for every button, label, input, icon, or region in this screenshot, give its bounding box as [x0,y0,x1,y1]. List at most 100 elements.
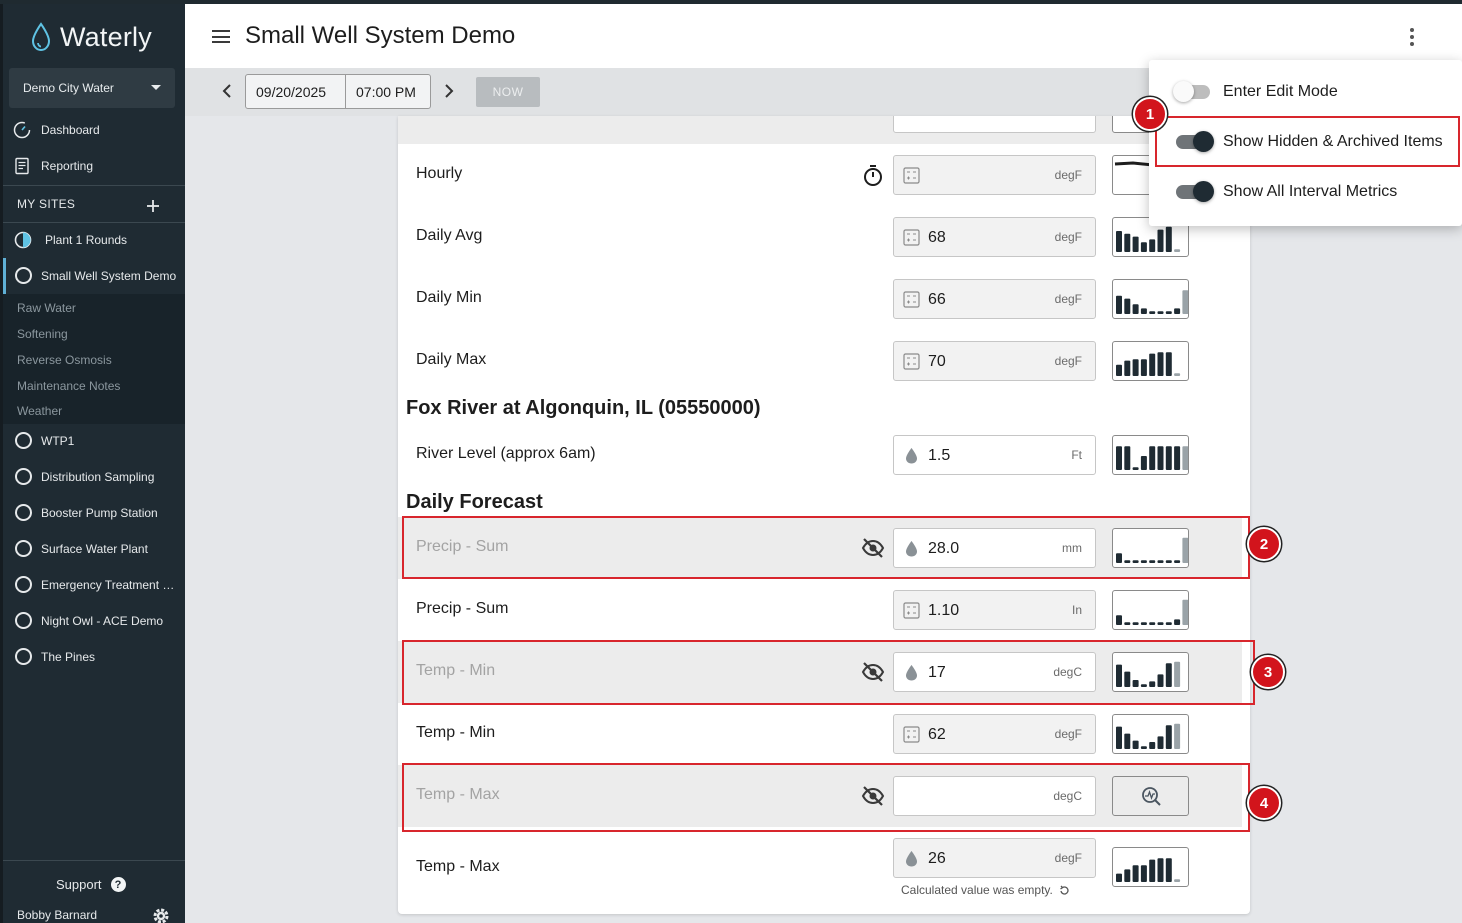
app-bar: Small Well System Demo [185,4,1462,68]
site-small-well-system[interactable]: Small Well System Demo [0,258,185,294]
metric-value-field[interactable]: 1.10 In [893,590,1096,630]
nav-reporting[interactable]: Reporting [0,148,185,184]
sparkline-bars [1116,599,1188,625]
calculator-icon [903,353,920,370]
sparkline-bar [1132,740,1139,749]
sparkline-bar [1157,622,1164,625]
sparkline-bar [1132,865,1139,882]
calc-note: Calculated value was empty. [901,883,1070,897]
sparkline-bar [1132,304,1139,314]
sparkline-bar [1132,359,1139,376]
site-plant-1-rounds[interactable]: Plant 1 Rounds [0,222,185,258]
half-circle-icon [14,231,32,249]
trend-sparkline[interactable] [1112,847,1189,887]
add-site-icon[interactable] [146,199,160,213]
trend-sparkline[interactable] [1112,590,1189,630]
page-title: Small Well System Demo [245,22,516,49]
metric-value-field[interactable] [893,116,1096,133]
stopwatch-icon[interactable] [863,164,883,186]
site-item[interactable]: WTP1 [0,423,185,459]
calc-note-text: Calculated value was empty. [901,883,1053,897]
metric-value-field[interactable]: 66 degF [893,279,1096,319]
metric-row: Daily Avg 68 degF [398,206,1250,268]
site-label: Booster Pump Station [41,506,158,520]
time-field[interactable]: 07:00 PM [346,75,416,108]
metric-row-partial[interactable] [398,116,1242,144]
subnav-raw-water[interactable]: Raw Water [17,301,76,315]
chevron-left-icon[interactable] [219,82,235,100]
menu-item-edit-mode[interactable]: Enter Edit Mode [1149,67,1462,117]
calculator-icon [903,291,920,308]
highlight-box [402,763,1250,832]
site-item[interactable]: Distribution Sampling [0,459,185,495]
metric-name: Precip - Sum [416,600,509,617]
circle-icon [15,612,32,629]
more-options-icon[interactable] [1410,28,1416,46]
date-field[interactable]: 09/20/2025 [246,75,346,108]
menu-item-show-interval[interactable]: Show All Interval Metrics [1149,167,1462,217]
subnav-maintenance-notes[interactable]: Maintenance Notes [17,379,120,393]
org-select[interactable]: Demo City Water [9,68,175,108]
support-link[interactable]: Support ? [56,877,126,892]
sparkline-bar [1140,308,1147,314]
metric-name: Daily Avg [416,227,483,244]
metric-value-field[interactable]: 68 degF [893,217,1096,257]
subnav-reverse-osmosis[interactable]: Reverse Osmosis [17,353,112,367]
sparkline-bar [1149,622,1156,625]
datetime-picker[interactable]: 09/20/2025 07:00 PM [245,74,431,109]
site-item[interactable]: The Pines [0,639,185,675]
metric-value: 1.10 [928,602,960,619]
trend-sparkline[interactable] [1112,341,1189,381]
site-item[interactable]: Night Owl - ACE Demo [0,603,185,639]
metric-name: Temp - Max [416,858,500,875]
metric-row: Temp - Max 26 degF [398,827,1250,889]
site-label: Surface Water Plant [41,542,148,556]
show-interval-toggle[interactable] [1176,181,1214,202]
site-label: Distribution Sampling [41,470,155,484]
sparkline-bar [1165,352,1172,376]
refresh-icon[interactable] [1059,885,1070,896]
trend-sparkline[interactable] [1112,279,1189,319]
edit-mode-toggle[interactable] [1173,81,1210,102]
trend-sparkline[interactable] [1112,435,1189,475]
site-item[interactable]: Emergency Treatment Plant [0,567,185,603]
chevron-right-icon[interactable] [441,82,457,100]
metric-value-field[interactable]: 70 degF [893,341,1096,381]
sparkline-bar [1149,239,1156,252]
now-button[interactable]: NOW [476,77,540,107]
site-label: The Pines [41,650,96,664]
nav-dashboard[interactable]: Dashboard [0,112,185,148]
sparkline-bar [1149,311,1156,314]
sparkline-bar [1182,446,1188,470]
metric-value-field[interactable]: degF [893,155,1096,195]
circle-icon [15,468,32,485]
metric-value-field[interactable]: 1.5 Ft [893,435,1096,475]
sparkline-bar [1165,858,1172,882]
toggle-knob [1193,181,1214,202]
help-icon: ? [110,877,126,892]
sparkline-bar [1157,858,1164,882]
site-item[interactable]: Booster Pump Station [0,495,185,531]
subnav-softening[interactable]: Softening [17,327,68,341]
app-logo[interactable]: Waterly [30,20,152,54]
metric-unit: Ft [1071,448,1082,462]
gear-icon[interactable] [152,907,170,923]
sparkline-bar [1174,249,1181,252]
nav-dashboard-label: Dashboard [41,123,100,137]
metric-value-field[interactable]: 26 degF [893,838,1096,878]
sparkline-bar [1140,622,1147,625]
sparkline-bar [1124,446,1131,470]
hamburger-menu-icon[interactable] [212,30,230,43]
metric-unit: degF [1054,230,1082,244]
trend-sparkline[interactable] [1112,714,1189,754]
metric-row: Hourly degF [398,144,1250,206]
metric-value-field[interactable]: 62 degF [893,714,1096,754]
sparkline-bar [1140,359,1147,376]
sparkline-bar [1157,736,1164,749]
site-item[interactable]: Surface Water Plant [0,531,185,567]
metric-value: 1.5 [928,447,951,464]
step-badge: 4 [1247,786,1281,820]
subnav-weather[interactable]: Weather [17,404,62,418]
sparkline-bar [1124,622,1131,625]
metric-unit: degF [1054,354,1082,368]
